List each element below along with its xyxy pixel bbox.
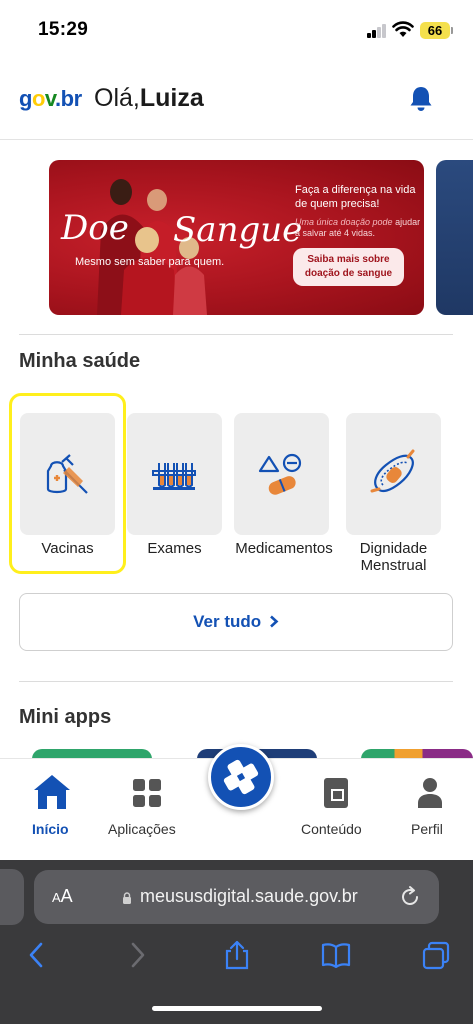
health-plus-fab[interactable] xyxy=(208,744,274,810)
mini-apps-title: Mini apps xyxy=(19,706,112,728)
battery-tip xyxy=(451,27,453,34)
pad-icon xyxy=(370,449,415,493)
ver-tudo-button[interactable]: Ver tudo xyxy=(19,593,453,651)
status-time: 15:29 xyxy=(38,19,89,40)
back-icon[interactable] xyxy=(22,940,52,970)
app-header: gov.br Olá,Luiza xyxy=(0,70,473,140)
card-label-medicamentos: Medicamentos xyxy=(235,540,333,557)
blood-donation-banner[interactable]: Doe Sangue Mesmo sem saber para quem. Fa… xyxy=(49,160,424,315)
bookmarks-icon[interactable] xyxy=(321,940,351,970)
banner-tagline: Mesmo sem saber para quem. xyxy=(75,256,225,268)
section-divider xyxy=(19,681,453,682)
next-banner-peek[interactable] xyxy=(436,160,473,315)
nav-inicio[interactable] xyxy=(32,773,72,811)
medical-cross-icon xyxy=(223,759,259,795)
section-divider xyxy=(19,334,453,335)
govbr-logo[interactable]: gov.br xyxy=(19,86,82,112)
test-tubes-icon xyxy=(152,463,196,490)
forward-icon[interactable] xyxy=(122,940,152,970)
previous-tab-peek[interactable] xyxy=(0,869,24,925)
lock-icon xyxy=(123,892,131,904)
battery-indicator: 66 xyxy=(420,22,450,39)
url-text: meusus​digital.saude.gov.br xyxy=(140,886,358,906)
card-medicamentos[interactable] xyxy=(234,413,329,535)
card-label-dignidade-menstrual: Dignidade Menstrual xyxy=(359,540,428,574)
reader-aa-button[interactable]: AA xyxy=(52,886,73,907)
nav-label-conteudo[interactable]: Conteúdo xyxy=(301,821,362,837)
share-icon[interactable] xyxy=(222,940,252,970)
nav-perfil[interactable] xyxy=(417,777,443,809)
vacinas-highlight-box xyxy=(9,393,126,574)
cellular-signal-icon xyxy=(367,24,387,38)
book-icon xyxy=(324,778,348,808)
apps-grid-icon xyxy=(133,779,161,807)
status-bar: 15:29 66 xyxy=(0,0,473,60)
nav-label-aplicacoes[interactable]: Aplicações xyxy=(108,821,176,837)
wifi-icon xyxy=(392,21,414,37)
banner-carousel[interactable]: Doe Sangue Mesmo sem saber para quem. Fa… xyxy=(0,160,473,316)
nav-conteudo[interactable] xyxy=(323,777,349,809)
card-dignidade-menstrual[interactable] xyxy=(346,413,441,535)
nav-label-perfil[interactable]: Perfil xyxy=(411,821,443,837)
user-icon xyxy=(418,778,442,808)
banner-title-doe: Doe xyxy=(61,208,129,248)
banner-title-sangue: Sangue xyxy=(173,210,303,250)
banner-headline: Faça a diferença na vida de quem precisa… xyxy=(295,184,416,210)
greeting: Olá,Luiza xyxy=(94,84,204,113)
home-icon xyxy=(34,775,70,809)
minha-saude-title: Minha saúde xyxy=(19,350,141,372)
medicine-shapes-icon xyxy=(258,453,302,495)
banner-subtext: Uma única doação pode ajudar a salvar at… xyxy=(295,217,421,238)
nav-aplicacoes[interactable] xyxy=(132,778,162,808)
banner-cta-button[interactable]: Saiba mais sobre doação de sangue xyxy=(293,248,404,286)
greeting-prefix: Olá, xyxy=(94,84,140,112)
notification-bell-icon[interactable] xyxy=(406,84,436,114)
card-exames[interactable] xyxy=(127,413,222,535)
nav-label-inicio[interactable]: Início xyxy=(32,821,69,837)
address-bar[interactable]: AA meusus​digital.saude.gov.br xyxy=(34,870,439,924)
user-name: Luiza xyxy=(139,84,204,112)
card-label-exames: Exames xyxy=(147,540,202,557)
tabs-icon[interactable] xyxy=(421,940,451,970)
reload-icon[interactable] xyxy=(398,885,422,909)
chevron-right-icon xyxy=(270,615,279,628)
home-indicator xyxy=(152,1006,322,1011)
